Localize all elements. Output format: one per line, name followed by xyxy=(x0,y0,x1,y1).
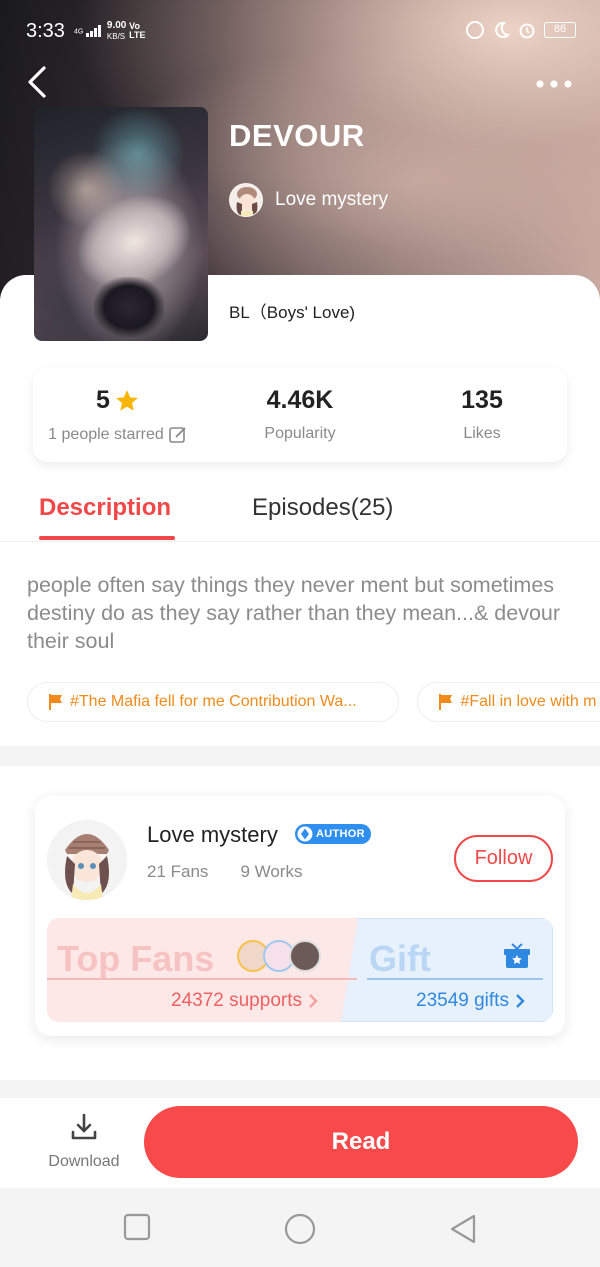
status-icons: 86 xyxy=(466,21,576,39)
book-title: DEVOUR xyxy=(229,118,365,153)
top-fans-avatars xyxy=(237,940,321,972)
author-works-count: 9 Works xyxy=(240,862,303,881)
supports-count: 24372 supports xyxy=(171,990,302,1011)
author-badge-label: AUTHOR xyxy=(316,828,365,840)
net-speed-unit: KB/S xyxy=(106,32,126,41)
book-genre: BL（Boys' Love) xyxy=(229,303,356,322)
gift-title: Gift xyxy=(369,938,431,979)
author-link[interactable]: Love mystery xyxy=(229,183,388,217)
fan-avatar xyxy=(289,940,321,972)
tag-chip[interactable]: #The Mafia fell for me Contribution Wa..… xyxy=(27,682,399,722)
network-indicator: 4G 9.00 KB/S Vo LTE xyxy=(74,20,153,42)
back-icon[interactable] xyxy=(22,62,58,102)
alarm-icon xyxy=(519,23,535,39)
author-name: Love mystery xyxy=(275,189,388,210)
tag-label: #Fall in love with m xyxy=(460,693,597,710)
author-card-name[interactable]: Love mystery xyxy=(147,822,278,848)
bottom-action-bar: Download Read xyxy=(0,1098,600,1188)
tag-list: #The Mafia fell for me Contribution Wa..… xyxy=(27,682,600,722)
avatar-illustration-icon xyxy=(230,184,262,216)
gift-underline xyxy=(367,978,543,980)
status-bar: 3:33 4G 9.00 KB/S Vo LTE 86 xyxy=(0,0,600,64)
book-cover[interactable] xyxy=(34,107,208,341)
likes-label: Likes xyxy=(463,425,501,442)
back-nav-icon[interactable] xyxy=(448,1213,478,1245)
system-nav-bar xyxy=(0,1188,600,1267)
tag-label: #The Mafia fell for me Contribution Wa..… xyxy=(70,693,357,710)
tab-episodes[interactable]: Episodes(25) xyxy=(252,494,393,522)
chevron-right-icon xyxy=(309,994,318,1008)
edit-icon[interactable] xyxy=(168,425,188,445)
tab-bar: Description Episodes(25) xyxy=(0,480,600,542)
flag-icon xyxy=(49,694,62,710)
tab-description[interactable]: Description xyxy=(39,494,171,522)
cover-art-detail xyxy=(94,277,164,337)
author-fans-count: 21 Fans xyxy=(147,862,209,881)
more-horizontal-icon[interactable] xyxy=(534,72,574,96)
likes-value: 135 xyxy=(461,386,503,414)
author-badge: AUTHOR xyxy=(295,824,371,844)
chevron-right-icon xyxy=(516,994,525,1008)
net-speed: 9.00 xyxy=(106,20,127,31)
flag-icon xyxy=(439,694,453,710)
gifts-count: 23549 gifts xyxy=(416,990,509,1011)
rating-value: 5 xyxy=(96,386,110,414)
stats-panel: 5 1 people starred 4.46K Popularity 135 … xyxy=(33,368,567,462)
star-icon xyxy=(116,389,138,411)
author-diamond-icon xyxy=(297,826,313,842)
tab-active-indicator xyxy=(39,536,175,540)
download-icon xyxy=(71,1113,97,1140)
supports-link[interactable]: 24372 supports xyxy=(171,990,318,1012)
network-type: 4G xyxy=(74,28,84,36)
author-card-avatar[interactable] xyxy=(47,820,127,900)
moon-icon xyxy=(495,21,510,38)
carrier-label: Vo LTE xyxy=(129,21,146,40)
recent-apps-icon[interactable] xyxy=(123,1213,151,1241)
download-label: Download xyxy=(48,1153,120,1170)
gifts-link[interactable]: 23549 gifts xyxy=(416,990,525,1012)
battery-indicator: 86 xyxy=(544,22,576,38)
home-icon[interactable] xyxy=(284,1213,316,1245)
popularity-value: 4.46K xyxy=(266,386,334,414)
tag-chip[interactable]: #Fall in love with m xyxy=(417,682,600,722)
signal-icon xyxy=(86,25,102,37)
popularity-label: Popularity xyxy=(264,425,336,442)
status-time: 3:33 xyxy=(26,20,65,42)
rating-stat: 5 1 people starred xyxy=(43,386,193,445)
popularity-stat: 4.46K Popularity xyxy=(225,386,375,443)
likes-stat: 135 Likes xyxy=(407,386,557,443)
section-divider xyxy=(0,1080,600,1098)
top-fans-underline xyxy=(47,978,357,980)
gift-icon xyxy=(504,943,530,968)
top-fans-title: Top Fans xyxy=(57,938,215,979)
data-saver-icon xyxy=(466,21,484,39)
read-button[interactable]: Read xyxy=(144,1106,578,1178)
section-divider xyxy=(0,746,600,766)
avatar-illustration-icon xyxy=(47,820,127,900)
author-meta: 21 Fans 9 Works xyxy=(147,862,302,882)
fans-gift-panel: Top Fans 24372 supports Gift 23549 gifts xyxy=(47,918,553,1022)
follow-button[interactable]: Follow xyxy=(454,835,553,882)
download-button[interactable]: Download xyxy=(40,1112,128,1171)
rating-label: 1 people starred xyxy=(48,426,164,443)
book-description: people often say things they never ment … xyxy=(27,573,561,653)
author-card: Love mystery AUTHOR 21 Fans 9 Works Foll… xyxy=(35,796,565,1036)
author-avatar xyxy=(229,183,263,217)
